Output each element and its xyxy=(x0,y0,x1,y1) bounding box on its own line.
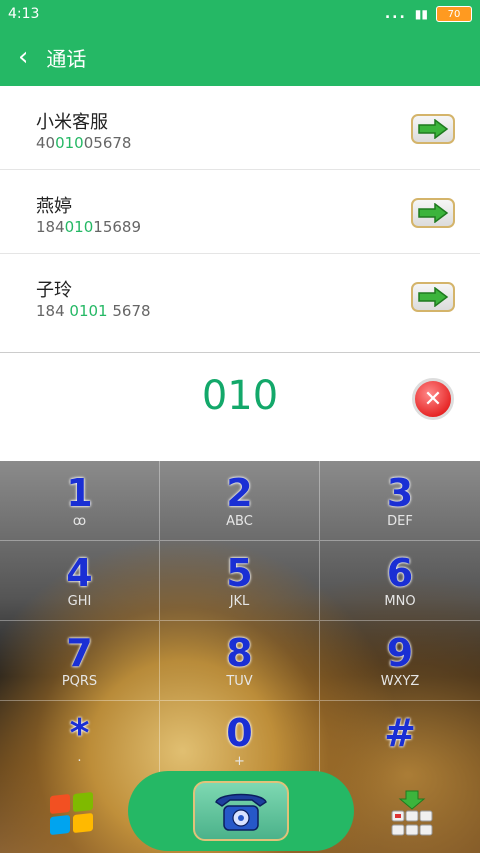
key-3[interactable]: 3 DEF xyxy=(320,461,480,541)
contact-name: 子玲 xyxy=(36,280,72,301)
contact-suggestions: 小米客服 4001005678 燕婷 18401015689 子玲 184 01… xyxy=(0,86,480,338)
keypad-grid: 1ꝏ 2 ABC 3 DEF 4 GHI 5 JKL 6 MNO 7 PQRS 8 TUV 9… xyxy=(0,461,480,781)
status-time: 4:13 xyxy=(8,6,40,22)
dialed-number: 010 xyxy=(201,373,279,419)
number-suffix: 5678 xyxy=(107,302,151,320)
arrow-right-icon[interactable] xyxy=(411,282,455,312)
status-icons: ... ▮▮ 70 xyxy=(385,6,472,22)
key-digit: * xyxy=(69,711,90,755)
contact-name: 小米客服 xyxy=(36,112,108,133)
key-letters: · xyxy=(77,754,82,769)
call-bar xyxy=(0,771,480,853)
app-header: ‹ 通话 xyxy=(0,28,480,86)
key-digit: 9 xyxy=(386,631,414,675)
key-letters: MNO xyxy=(384,594,416,609)
key-7[interactable]: 7 PQRS xyxy=(0,621,160,701)
key-1[interactable]: 1ꝏ xyxy=(0,461,160,541)
number-prefix: 40 xyxy=(36,134,56,152)
contact-row[interactable]: 子玲 184 0101 5678 xyxy=(0,254,480,338)
battery-icon: 70 xyxy=(436,6,472,22)
telephone-icon xyxy=(193,781,289,841)
key-digit: 6 xyxy=(386,551,414,595)
key-digit: 5 xyxy=(226,551,253,595)
key-5[interactable]: 5 JKL xyxy=(160,541,320,621)
key-letters: ABC xyxy=(226,514,253,529)
key-digit: 3 xyxy=(386,471,414,515)
key-letters: GHI xyxy=(67,594,92,609)
contact-row[interactable]: 小米客服 4001005678 xyxy=(0,86,480,170)
chevron-left-icon[interactable]: ‹ xyxy=(18,44,28,70)
key-0[interactable]: 0 + xyxy=(160,701,320,781)
key-digit: 1 xyxy=(66,471,93,515)
key-4[interactable]: 4 GHI xyxy=(0,541,160,621)
key-digit: 4 xyxy=(66,551,93,595)
key-digit: 2 xyxy=(226,471,253,515)
key-letters: + xyxy=(234,754,245,769)
number-match: 0101 xyxy=(69,302,108,320)
number-match: 010 xyxy=(55,134,84,152)
voicemail-icon: ꝏ xyxy=(72,514,87,529)
key-star[interactable]: * · xyxy=(0,701,160,781)
contact-name: 燕婷 xyxy=(36,196,72,217)
key-letters: WXYZ xyxy=(380,674,420,689)
key-digit: 7 xyxy=(66,631,93,675)
arrow-right-icon[interactable] xyxy=(411,198,455,228)
contact-number: 18401015689 xyxy=(36,218,141,236)
number-prefix: 184 xyxy=(36,218,65,236)
key-hash[interactable]: # xyxy=(320,701,480,781)
number-suffix: 15689 xyxy=(93,218,141,236)
key-digit: 0 xyxy=(226,711,253,755)
notification-dots: ... xyxy=(384,6,407,22)
key-digit: 8 xyxy=(226,631,253,675)
battery-level: 70 xyxy=(447,8,461,20)
windows-logo-icon[interactable] xyxy=(50,791,96,837)
key-letters: TUV xyxy=(226,674,253,689)
dial-input-bar: 010 ✕ xyxy=(0,353,480,461)
clear-icon[interactable]: ✕ xyxy=(412,378,454,420)
key-9[interactable]: 9 WXYZ xyxy=(320,621,480,701)
page-title: 通话 xyxy=(46,46,87,71)
key-letters: DEF xyxy=(387,514,413,529)
key-6[interactable]: 6 MNO xyxy=(320,541,480,621)
key-2[interactable]: 2 ABC xyxy=(160,461,320,541)
number-prefix: 184 xyxy=(36,302,70,320)
arrow-right-icon[interactable] xyxy=(411,114,455,144)
key-letters: JKL xyxy=(229,594,250,609)
number-suffix: 05678 xyxy=(83,134,132,152)
key-letters: PQRS xyxy=(61,674,98,689)
key-digit: # xyxy=(384,711,416,755)
status-bar: 4:13 ... ▮▮ 70 xyxy=(0,0,480,28)
dialpad-toggle-icon[interactable] xyxy=(390,789,434,839)
call-button[interactable] xyxy=(128,771,354,851)
contact-number: 4001005678 xyxy=(36,134,131,152)
number-match: 010 xyxy=(64,218,94,236)
signal-icon: ▮▮ xyxy=(414,7,428,21)
key-8[interactable]: 8 TUV xyxy=(160,621,320,701)
contact-row[interactable]: 燕婷 18401015689 xyxy=(0,170,480,254)
contact-number: 184 0101 5678 xyxy=(36,302,151,320)
dial-keypad: 1ꝏ 2 ABC 3 DEF 4 GHI 5 JKL 6 MNO 7 PQRS 8 TUV 9… xyxy=(0,461,480,853)
